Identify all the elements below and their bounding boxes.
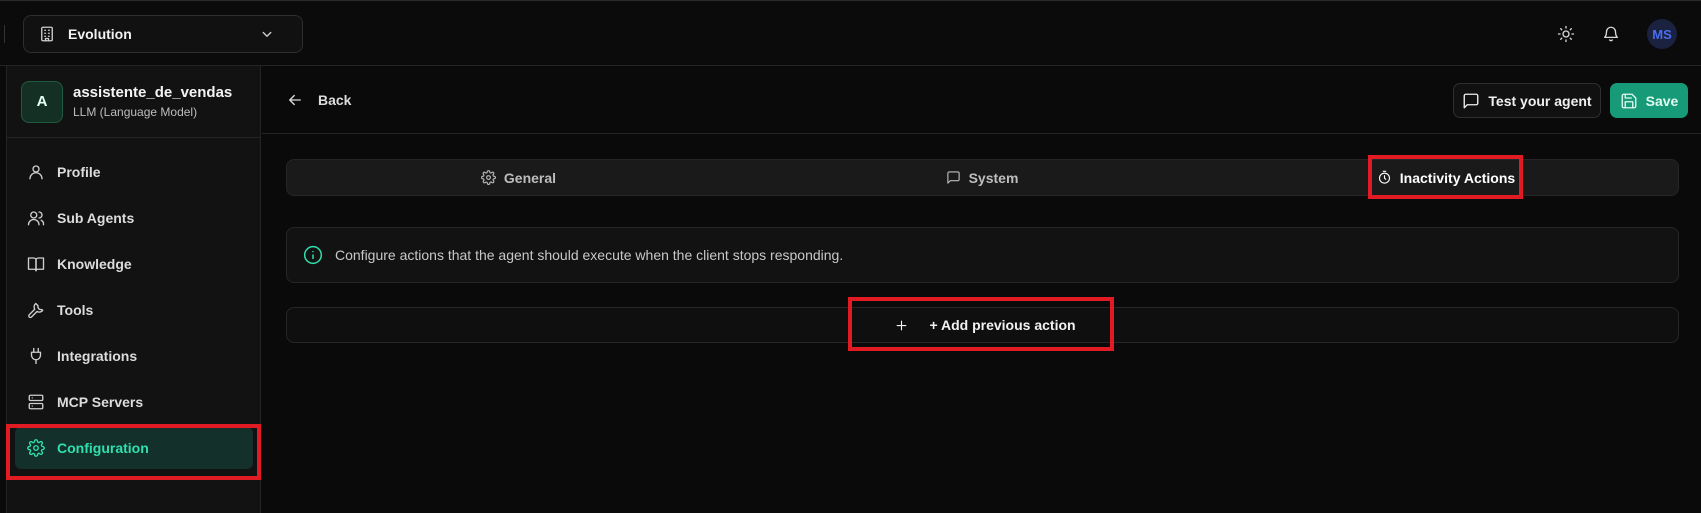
message-square-icon — [946, 170, 961, 185]
add-previous-action-button[interactable]: + Add previous action — [865, 306, 1105, 344]
message-square-icon — [1462, 92, 1480, 110]
sun-icon — [1557, 25, 1575, 43]
sidebar-item-configuration[interactable]: Configuration — [15, 427, 253, 469]
book-open-icon — [27, 255, 45, 273]
test-agent-button[interactable]: Test your agent — [1453, 83, 1601, 118]
server-icon — [27, 393, 45, 411]
sidebar-item-label: Sub Agents — [57, 210, 135, 226]
back-label: Back — [318, 92, 352, 108]
test-agent-label: Test your agent — [1488, 92, 1592, 109]
user-icon — [27, 163, 45, 181]
sidebar-item-label: MCP Servers — [57, 394, 144, 410]
tab-label: Inactivity Actions — [1399, 169, 1516, 186]
sidebar-item-knowledge[interactable]: Knowledge — [15, 243, 253, 285]
main-header: Back Test your agent Save — [262, 66, 1701, 134]
arrow-left-icon — [286, 91, 304, 109]
sidebar-item-label: Tools — [57, 302, 94, 318]
sidebar: A assistente_de_vendas LLM (Language Mod… — [6, 66, 261, 513]
sidebar-item-mcp-servers[interactable]: MCP Servers — [15, 381, 253, 423]
wrench-icon — [27, 301, 45, 319]
user-avatar[interactable]: MS — [1647, 19, 1677, 49]
plug-icon — [27, 347, 45, 365]
sidebar-item-label: Knowledge — [57, 256, 132, 272]
bell-icon — [1602, 25, 1620, 43]
plus-icon — [894, 318, 909, 333]
config-tabs: General System Inactivity Actions — [286, 159, 1679, 196]
agent-avatar: A — [21, 80, 63, 123]
timer-icon — [1377, 170, 1392, 185]
chevron-down-icon — [258, 25, 276, 43]
gear-icon — [27, 439, 45, 457]
save-icon — [1620, 92, 1638, 110]
sidebar-item-profile[interactable]: Profile — [15, 151, 253, 193]
theme-toggle-button[interactable] — [1555, 23, 1577, 45]
tab-label: System — [968, 169, 1019, 186]
divider — [4, 25, 5, 43]
sidebar-item-label: Configuration — [57, 440, 149, 456]
organization-name: Evolution — [68, 26, 132, 42]
top-bar: Evolution MS — [0, 0, 1701, 66]
users-icon — [27, 209, 45, 227]
agent-type: LLM (Language Model) — [73, 105, 198, 119]
save-label: Save — [1645, 92, 1679, 109]
back-button[interactable]: Back — [286, 89, 351, 111]
tab-inactivity-actions[interactable]: Inactivity Actions — [1214, 160, 1678, 195]
tab-system[interactable]: System — [750, 160, 1214, 195]
sidebar-item-integrations[interactable]: Integrations — [15, 335, 253, 377]
tab-general[interactable]: General — [287, 160, 750, 195]
gear-icon — [481, 170, 496, 185]
organization-select[interactable]: Evolution — [23, 15, 303, 53]
tab-label: General — [503, 169, 557, 186]
info-text: Configure actions that the agent should … — [335, 247, 844, 263]
save-button[interactable]: Save — [1610, 83, 1688, 118]
sidebar-item-tools[interactable]: Tools — [15, 289, 253, 331]
notifications-button[interactable] — [1600, 23, 1622, 45]
agent-header: A assistente_de_vendas LLM (Language Mod… — [7, 66, 261, 138]
info-icon — [303, 245, 323, 265]
sidebar-item-sub-agents[interactable]: Sub Agents — [15, 197, 253, 239]
info-alert: Configure actions that the agent should … — [286, 227, 1679, 283]
agent-name: assistente_de_vendas — [73, 84, 233, 101]
sidebar-item-label: Profile — [57, 164, 101, 180]
building-icon — [38, 25, 56, 43]
sidebar-item-label: Integrations — [57, 348, 138, 364]
add-action-label: + Add previous action — [929, 317, 1076, 333]
